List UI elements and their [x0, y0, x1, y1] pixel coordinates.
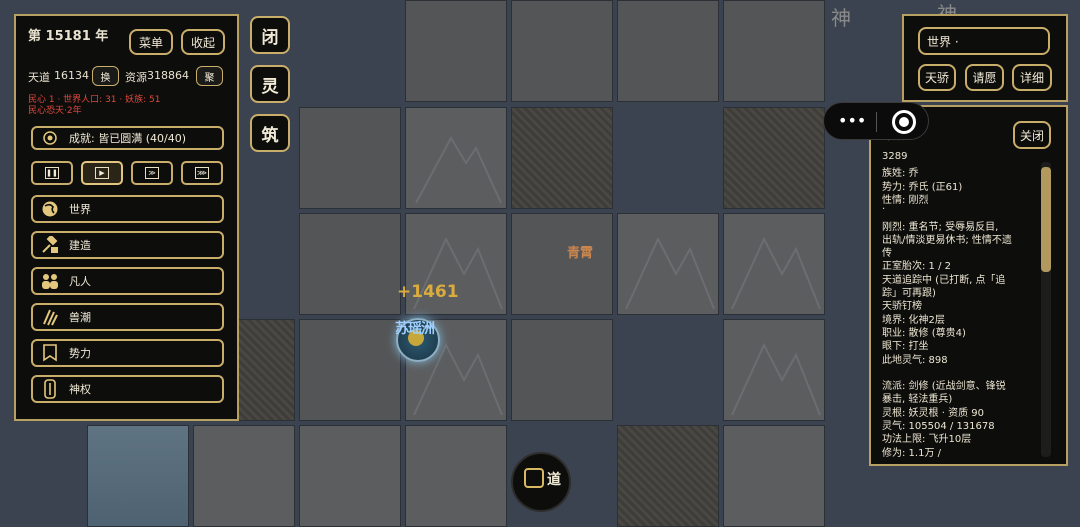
record-icon[interactable]: [892, 110, 916, 134]
nav-label: 兽潮: [69, 311, 91, 324]
scroll-icon: [39, 379, 61, 399]
info-line: 此地灵气: 898: [882, 354, 948, 366]
swap-button[interactable]: 换: [92, 66, 119, 86]
nav-beast-tide[interactable]: 兽潮: [31, 303, 224, 331]
build-side-button[interactable]: 筑: [250, 114, 290, 152]
year-label: 第 15181 年: [28, 29, 109, 44]
nav-label: 世界: [69, 203, 91, 216]
mountain-tile[interactable]: [723, 319, 825, 421]
info-line: 性情: 刚烈: [882, 194, 929, 206]
close-side-button[interactable]: 闭: [250, 16, 290, 54]
map-tile[interactable]: [617, 0, 719, 102]
fastest-icon: ⋙: [195, 167, 209, 179]
banner-icon: [39, 343, 61, 363]
info-line: ·: [882, 204, 886, 216]
map-tile[interactable]: [511, 107, 613, 209]
nav-build[interactable]: 建造: [31, 231, 224, 259]
petition-button[interactable]: 请愿: [965, 64, 1004, 91]
resource-label: 资源: [125, 71, 147, 84]
fast-forward-button[interactable]: ≫: [131, 161, 173, 185]
people-icon: [39, 271, 61, 291]
nav-label: 势力: [69, 347, 91, 360]
more-icon[interactable]: •••: [838, 112, 866, 130]
details-button[interactable]: 详细: [1012, 64, 1052, 91]
collapse-button[interactable]: 收起: [181, 29, 225, 55]
left-control-panel: 第 15181 年 菜单 收起 天道 16134 换 资源 318864 聚 民…: [14, 14, 239, 421]
map-ghost-text: 神: [831, 6, 851, 30]
globe-icon: [39, 199, 61, 219]
divider: [876, 112, 877, 132]
mountain-tile[interactable]: [723, 425, 825, 527]
nav-world[interactable]: 世界: [31, 195, 224, 223]
fastest-button[interactable]: ⋙: [181, 161, 223, 185]
achievement-button[interactable]: 成就: 皆已圆满 (40/40): [31, 126, 224, 150]
dao-button[interactable]: 道: [511, 452, 571, 512]
info-line: 3289: [882, 151, 908, 162]
swap-label: 换: [100, 72, 111, 84]
world-search-field[interactable]: 世界 ·: [918, 27, 1050, 55]
player-name: 苏瑶洲: [395, 321, 435, 337]
scrollbar-thumb[interactable]: [1041, 167, 1051, 272]
menu-button[interactable]: 菜单: [129, 29, 173, 55]
map-tile[interactable]: [511, 0, 613, 102]
prodigy-button[interactable]: 天骄: [918, 64, 956, 91]
nav-label: 建造: [69, 239, 91, 252]
status-warning: 民心恐天·2年: [28, 106, 82, 116]
play-button[interactable]: ▶: [81, 161, 123, 185]
spirit-side-button[interactable]: 灵: [250, 65, 290, 103]
achievement-label: 成就: 皆已圆满 (40/40): [69, 132, 186, 145]
resource-value: 318864: [147, 69, 189, 82]
map-tile[interactable]: [511, 213, 613, 315]
map-tile[interactable]: [617, 425, 719, 527]
dao-icon: [524, 468, 544, 488]
mini-program-capsule: •••: [823, 102, 929, 140]
mountain-tile[interactable]: [405, 107, 507, 209]
mountain-tile[interactable]: [723, 213, 825, 315]
mountain-tile[interactable]: [617, 213, 719, 315]
info-line: 修为: 1.1万 /: [882, 447, 941, 459]
water-tile[interactable]: [87, 425, 189, 527]
nav-divine-power[interactable]: 神权: [31, 375, 224, 403]
mountain-tile[interactable]: [299, 425, 401, 527]
play-icon: ▶: [95, 167, 109, 179]
gather-label: 聚: [204, 72, 215, 84]
world-panel: 世界 · 天骄 请愿 详细: [902, 14, 1068, 102]
gather-button[interactable]: 聚: [196, 66, 223, 86]
gain-popup: +1461: [397, 282, 459, 302]
nav-label: 神权: [69, 383, 91, 396]
dao-label: 道: [547, 472, 561, 488]
info-line: 出轨/情淡更易休书; 性情不遗: [882, 234, 1012, 246]
region-label: 青霄: [567, 246, 594, 261]
map-tile[interactable]: [299, 319, 401, 421]
build-icon: [39, 235, 61, 255]
nav-factions[interactable]: 势力: [31, 339, 224, 367]
tiandao-label: 天道: [28, 71, 50, 84]
map-tile[interactable]: [299, 213, 401, 315]
mountain-tile[interactable]: [193, 425, 295, 527]
pause-icon: ❚❚: [45, 167, 59, 179]
tiandao-value: 16134: [54, 69, 89, 82]
mountain-tile[interactable]: [405, 425, 507, 527]
map-tile[interactable]: [299, 107, 401, 209]
character-info-panel: 命数 关闭 3289族姓: 乔势力: 乔氏 (正61)性情: 刚烈·刚烈: 重名…: [869, 105, 1068, 466]
map-tile[interactable]: [405, 0, 507, 102]
map-tile[interactable]: [723, 107, 825, 209]
map-tile[interactable]: [511, 319, 613, 421]
nav-label: 凡人: [69, 275, 91, 288]
medal-icon: [39, 128, 61, 148]
close-button[interactable]: 关闭: [1013, 121, 1051, 149]
nav-mortals[interactable]: 凡人: [31, 267, 224, 295]
claw-icon: [39, 307, 61, 327]
map-tile[interactable]: [723, 0, 825, 102]
fast-forward-icon: ≫: [145, 167, 159, 179]
pause-button[interactable]: ❚❚: [31, 161, 73, 185]
